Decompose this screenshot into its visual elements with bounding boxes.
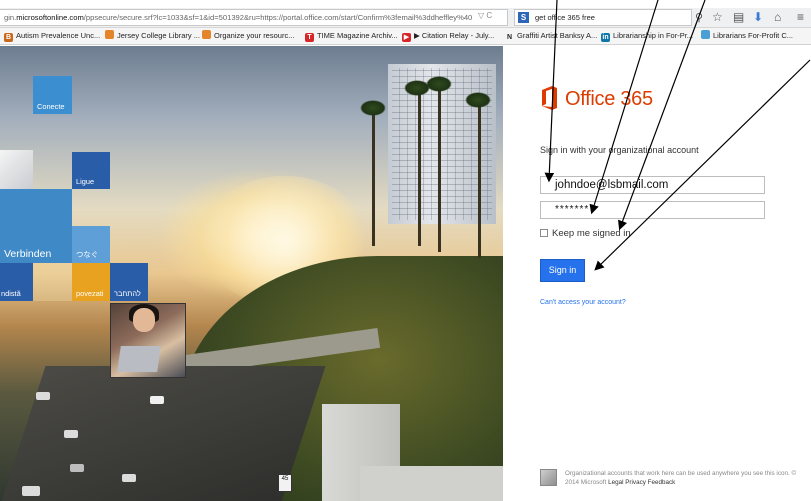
footer-text: Organizational accounts that work here c… <box>565 469 801 487</box>
car <box>70 464 84 472</box>
tile-povezati: povezati <box>72 263 110 301</box>
bookmark-label: Librarianship in For-Pr... <box>613 31 694 40</box>
reading-list-icon[interactable]: ▤ <box>733 10 744 24</box>
car <box>122 474 136 482</box>
tile-conecte: Conecte <box>33 76 72 114</box>
bookmark-label: Autism Prevalence Unc... <box>16 31 101 40</box>
palm-tree <box>372 106 375 246</box>
bookmark-item[interactable]: Organize your resourc... <box>202 30 294 42</box>
wall-image <box>360 466 503 501</box>
home-icon[interactable]: ⌂ <box>774 10 781 24</box>
palm-fronds <box>465 92 491 108</box>
bookmark-item[interactable]: Librarians For-Profit C... <box>701 30 793 42</box>
palm-fronds <box>360 100 386 116</box>
bookmark-item[interactable]: B Autism Prevalence Unc... <box>4 30 100 42</box>
username-field[interactable]: johndoe@lsbmail.com <box>540 176 765 194</box>
keep-signed-in-row[interactable]: Keep me signed in <box>540 228 631 239</box>
keep-signed-in-checkbox[interactable] <box>540 229 548 237</box>
bookmark-favicon-icon: B <box>4 33 13 42</box>
org-account-icon <box>540 469 557 486</box>
bookmarks-bar: B Autism Prevalence Unc... Jersey College … <box>0 28 811 45</box>
bookmark-favicon-icon: N <box>506 34 513 41</box>
search-engine-icon[interactable]: S <box>518 12 529 23</box>
bookmark-item[interactable]: in Librarianship in For-Pr... <box>601 30 693 42</box>
password-field[interactable]: ******* <box>540 201 765 219</box>
person-photo-tile <box>110 303 186 378</box>
bookmark-label: Jersey College Library ... <box>117 31 200 40</box>
feedback-link[interactable]: Feedback <box>648 479 676 486</box>
car <box>22 486 40 496</box>
bookmark-favicon-icon <box>202 30 211 39</box>
tile-blank <box>33 263 72 301</box>
privacy-link[interactable]: Privacy <box>625 479 646 486</box>
palm-tree <box>478 98 481 258</box>
bookmark-item[interactable]: N Graffiti Artist Banksy A... <box>505 30 597 42</box>
search-input[interactable]: S get office 365 free <box>514 9 692 26</box>
star-icon[interactable]: ☆ <box>712 10 723 24</box>
url-prefix: gin. <box>4 13 17 22</box>
car <box>64 430 78 438</box>
bookmark-favicon-icon: T <box>305 33 314 42</box>
hero-photo: 45 Conecte Ligue Verbinden つなぐ ndistă po… <box>0 46 503 501</box>
bookmark-item[interactable]: T TIME Magazine Archiv... <box>305 30 398 42</box>
palm-fronds <box>426 76 452 92</box>
palm-tree <box>438 82 441 252</box>
cant-access-link[interactable]: Can't access your account? <box>540 299 626 306</box>
bookmark-label: TIME Magazine Archiv... <box>317 31 398 40</box>
tile-ligue: Ligue <box>72 152 110 189</box>
highway-shield-sign: 45 <box>278 474 292 492</box>
signin-heading: Sign in with your organizational account <box>540 145 699 155</box>
bookmark-favicon-icon <box>701 30 710 39</box>
signin-button[interactable]: Sign in <box>540 259 585 282</box>
tile-tsunagu: つなぐ <box>72 226 110 263</box>
signin-panel: Office 365 Sign in with your organizatio… <box>503 46 811 501</box>
car <box>36 392 50 400</box>
address-bar[interactable]: gin.microsoftonline.com/ppsecure/secure.… <box>0 9 508 26</box>
bookmark-favicon-icon: in <box>601 33 610 42</box>
bookmark-favicon-icon: ▶ <box>402 33 411 42</box>
legal-link[interactable]: Legal <box>608 479 623 486</box>
bookmark-label: Librarians For-Profit C... <box>713 31 794 40</box>
office-365-brand: Office 365 <box>565 88 653 110</box>
tile-ndista: ndistă <box>0 263 33 301</box>
bookmark-label: Graffiti Artist Banksy A... <box>517 31 598 40</box>
keep-signed-in-label: Keep me signed in <box>552 228 631 239</box>
tile-photo-hands <box>0 150 33 189</box>
tile-lehitchaber: להתחבר <box>110 263 148 301</box>
tile-verbinden: Verbinden <box>0 189 72 263</box>
reload-controls[interactable]: ▽ C <box>478 11 492 20</box>
menu-icon[interactable]: ≡ <box>797 10 804 24</box>
url-domain: microsoftonline.com <box>16 13 84 22</box>
search-query: get office 365 free <box>535 13 595 22</box>
url-path: /ppsecure/secure.srf?lc=1033&sf=1&id=501… <box>83 13 473 22</box>
office-logo-icon <box>542 86 557 110</box>
bookmark-label: Organize your resourc... <box>214 31 295 40</box>
document-caption-fragment <box>0 0 811 8</box>
bookmark-item[interactable]: ▶ ▶ Citation Relay - July... <box>402 30 494 42</box>
screenshot: gin.microsoftonline.com/ppsecure/secure.… <box>0 0 811 501</box>
highway-image <box>0 366 326 501</box>
magnifier-icon[interactable]: ⚲ <box>695 11 703 24</box>
download-icon[interactable]: ⬇ <box>753 10 763 24</box>
palm-tree <box>418 86 421 246</box>
car <box>150 396 164 404</box>
bookmark-favicon-icon <box>105 30 114 39</box>
browser-toolbar: gin.microsoftonline.com/ppsecure/secure.… <box>0 8 811 28</box>
bookmark-item[interactable]: Jersey College Library ... <box>105 30 200 42</box>
footer-note: Organizational accounts that work here c… <box>565 470 797 486</box>
bookmark-label: ▶ Citation Relay - July... <box>414 31 495 40</box>
